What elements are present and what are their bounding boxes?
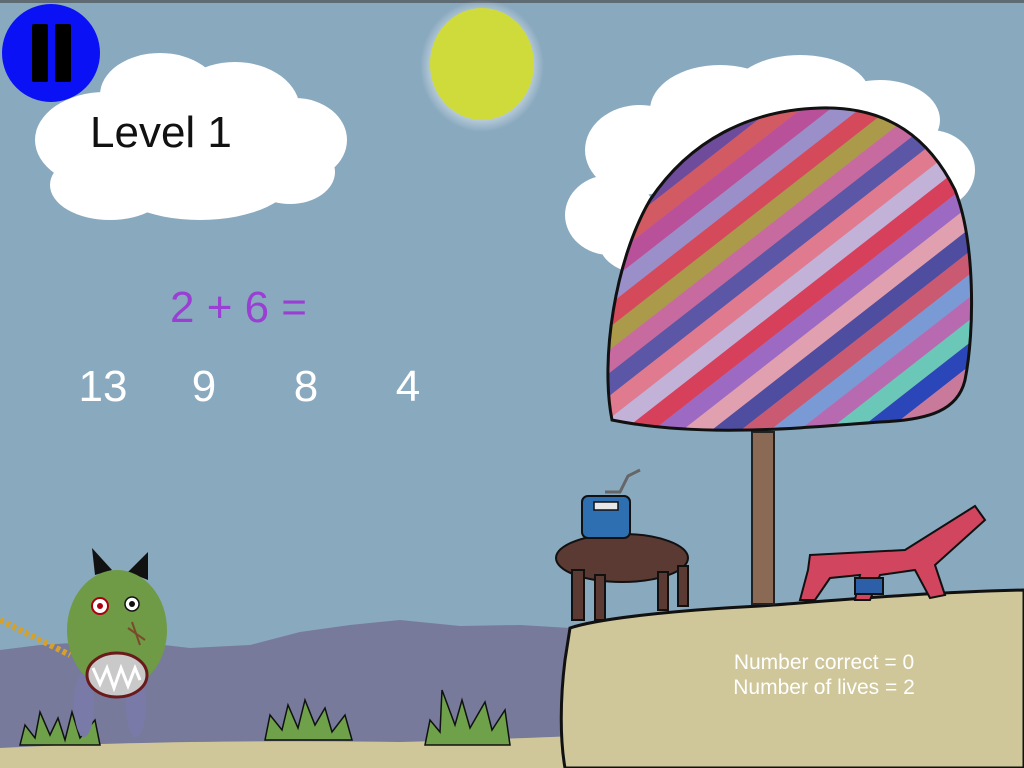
lives-count: Number of lives = 2 [733,676,915,699]
answer-option-2[interactable]: 9 [164,362,244,412]
pause-icon-bar [55,24,71,82]
math-question: 2 + 6 = [170,283,308,332]
answer-option-3[interactable]: 8 [266,362,346,412]
stats-panel: Number correct = 0 Number of lives = 2 [704,650,944,700]
sun [420,0,544,132]
correct-count: Number correct = 0 [733,651,915,674]
lounge-chair [798,504,987,601]
pause-icon [32,24,48,82]
radio [581,468,641,539]
answer-option-4[interactable]: 4 [368,362,448,412]
level-label: Level 1 [90,108,232,157]
pause-button[interactable] [2,4,100,102]
tree-trunk [751,431,775,605]
answer-option-1[interactable]: 13 [63,362,143,412]
table [555,533,689,621]
